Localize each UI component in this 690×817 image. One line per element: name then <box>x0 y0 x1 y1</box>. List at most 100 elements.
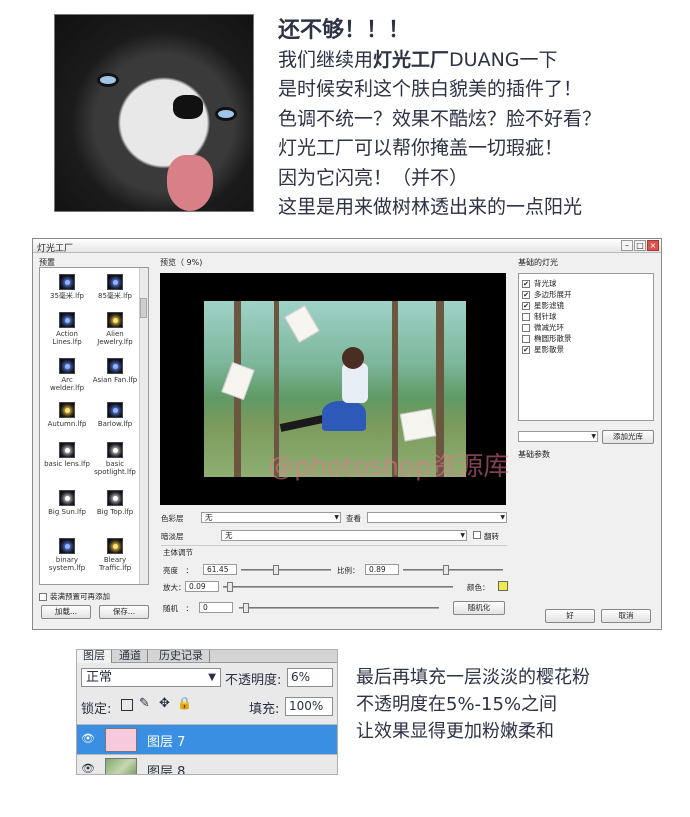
scrollbar-thumb[interactable] <box>140 298 147 318</box>
preset-item[interactable]: Big Top.lfp <box>92 490 138 516</box>
zoom-label: 放大： <box>163 583 186 592</box>
zoom-slider[interactable] <box>223 582 453 592</box>
tab-channels[interactable]: 通道 <box>113 650 148 663</box>
light-label: 星影散景 <box>534 345 564 354</box>
preset-item[interactable]: Asian Fan.lfp <box>92 358 138 384</box>
color-layer-select[interactable]: 无 ▼ <box>201 512 341 523</box>
preset-item[interactable]: Arc welder.lfp <box>44 358 90 392</box>
ok-button[interactable]: 好 <box>545 609 595 623</box>
add-light-button[interactable]: 添加光库 <box>602 430 654 444</box>
preset-label: Autumn.lfp <box>47 420 87 428</box>
color-swatch[interactable] <box>498 581 508 591</box>
layer-row[interactable]: 👁 图层 8 <box>77 754 337 775</box>
preset-item[interactable]: Big Sun.lfp <box>44 490 90 516</box>
light-label: 背光球 <box>534 279 557 288</box>
light-item[interactable]: ✔ 星影散景 <box>522 344 564 355</box>
load-button[interactable]: 加载... <box>41 605 91 619</box>
checkbox-checked[interactable]: ✔ <box>522 301 530 310</box>
lock-icon[interactable]: 🔒 <box>177 696 192 710</box>
preset-item[interactable]: 35毫米.lfp <box>44 274 90 300</box>
eye-icon[interactable]: 👁 <box>81 733 97 745</box>
mask-layer-select[interactable]: 无 ▼ <box>221 530 467 541</box>
preset-item[interactable]: Barlow.lfp <box>92 402 138 428</box>
intro-line-2: 是时候安利这个肤白貌美的插件了！ <box>278 78 583 100</box>
checkbox-checked[interactable]: ✔ <box>522 345 530 354</box>
checkbox-unchecked[interactable] <box>522 334 530 343</box>
random-slider[interactable] <box>239 603 439 613</box>
light-item[interactable]: 微减光环 <box>522 322 564 333</box>
dog-nose <box>173 95 203 119</box>
preset-item[interactable]: Action Lines.lfp <box>44 312 90 346</box>
cancel-button[interactable]: 取消 <box>601 609 651 623</box>
girl-legs <box>279 414 329 432</box>
preset-list[interactable]: 35毫米.lfp 85毫米.lfp Action Lines.lfp Alien… <box>39 267 149 585</box>
dialog-titlebar[interactable]: 灯光工厂 – □ × <box>33 239 661 254</box>
intro-line-4: 灯光工厂可以帮你掩盖一切瑕疵！ <box>278 137 564 159</box>
light-type-select[interactable]: ▼ <box>518 431 598 442</box>
preset-item[interactable]: Bleary Traffic.lfp <box>92 538 138 572</box>
move-icon[interactable]: ✥ <box>159 696 170 711</box>
maximize-icon[interactable]: □ <box>634 240 646 251</box>
slider-handle[interactable] <box>273 565 279 575</box>
brightness-slider[interactable] <box>241 565 331 575</box>
flying-book <box>399 408 437 442</box>
brightness-input[interactable]: 61.45 <box>203 564 237 575</box>
preset-item[interactable]: Autumn.lfp <box>44 402 90 428</box>
checkbox-checked[interactable]: ✔ <box>522 290 530 299</box>
slider-handle[interactable] <box>227 582 233 592</box>
zoom-input[interactable]: 0.09 <box>185 581 219 592</box>
light-item[interactable]: ✔ 多边形展开 <box>522 289 572 300</box>
checkbox-checked[interactable]: ✔ <box>522 279 530 288</box>
lens-flare-icon <box>107 538 123 554</box>
scale-input[interactable]: 0.89 <box>365 564 399 575</box>
view-select[interactable]: ▼ <box>367 512 507 523</box>
random-input[interactable]: 0 <box>199 602 233 613</box>
preset-item[interactable]: binary system.lfp <box>44 538 90 572</box>
tab-history[interactable]: 历史记录 <box>153 650 210 663</box>
blend-mode-select[interactable]: 正常 ▼ <box>81 668 221 687</box>
chevron-down-icon: ▼ <box>591 433 596 440</box>
lock-transparency-icon[interactable] <box>121 699 133 711</box>
scale-slider[interactable] <box>403 565 503 575</box>
close-icon[interactable]: × <box>647 240 659 251</box>
intro-line-1-suffix: DUANG一下 <box>449 48 558 71</box>
checkbox-unchecked[interactable] <box>522 312 530 321</box>
light-item[interactable]: ✔ 星影滤镜 <box>522 300 564 311</box>
auto-add-checkbox[interactable]: 装满预置可再添加 <box>39 591 110 602</box>
slider-handle[interactable] <box>243 603 249 613</box>
invert-checkbox[interactable] <box>473 531 481 539</box>
tab-layers[interactable]: 图层 <box>77 650 112 663</box>
light-item[interactable]: ✔ 背光球 <box>522 278 557 289</box>
layer-row[interactable]: 👁 图层 7 <box>77 724 337 754</box>
light-item[interactable]: 椭圆形散景 <box>522 333 572 344</box>
preset-scrollbar[interactable] <box>139 268 148 584</box>
view-label: 查看 <box>346 514 361 523</box>
preset-item[interactable]: 85毫米.lfp <box>92 274 138 300</box>
minimize-icon[interactable]: – <box>621 240 633 251</box>
save-button[interactable]: 保存... <box>99 605 149 619</box>
flying-book <box>284 305 320 343</box>
color-layer-label: 色彩层 <box>161 514 184 523</box>
preset-item[interactable]: basic spotlight.lfp <box>92 442 138 476</box>
opacity-input[interactable]: 6% <box>287 668 333 687</box>
randomize-button[interactable]: 随机化 <box>453 601 505 615</box>
outro-line-3: 让效果显得更加粉嫩柔和 <box>356 721 554 742</box>
lens-flare-icon <box>107 490 123 506</box>
light-item[interactable]: 制针球 <box>522 311 557 322</box>
lights-list[interactable]: ✔ 背光球 ✔ 多边形展开 ✔ 星影滤镜 制针球 微减光环 椭圆形散景 ✔ 星影散景 <box>518 273 654 421</box>
preset-item[interactable]: basic lens.lfp <box>44 442 90 468</box>
fill-input[interactable]: 100% <box>285 697 333 716</box>
lens-flare-icon <box>107 358 123 374</box>
brush-icon[interactable]: ✎ <box>139 696 150 711</box>
intro-text: 还不够！！！ 我们继续用灯光工厂DUANG一下 是时候安利这个肤白貌美的插件了！… <box>278 16 678 223</box>
preset-item[interactable]: Alien Jewelry.lfp <box>92 312 138 346</box>
light-label: 微减光环 <box>534 323 564 332</box>
checkbox-unchecked[interactable] <box>522 323 530 332</box>
checkbox-box[interactable] <box>39 592 47 601</box>
eye-icon[interactable]: 👁 <box>81 763 97 775</box>
girl-skirt <box>322 401 366 431</box>
chevron-down-icon: ▼ <box>460 532 465 539</box>
slider-handle[interactable] <box>443 565 449 575</box>
color-layer-value: 无 <box>205 513 213 522</box>
invert-label: 翻转 <box>484 532 499 541</box>
